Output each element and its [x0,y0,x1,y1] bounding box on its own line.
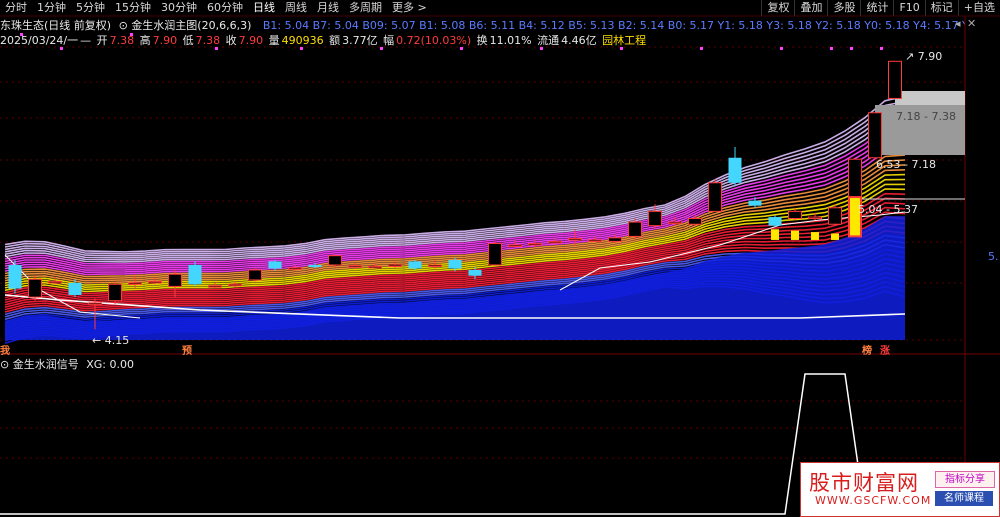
candle-body-22 [448,259,462,269]
watermark-logo: 股市财富网 WWW.GSCFW.COM 指标分享 名师课程 [800,462,1000,517]
candle-body-10 [208,285,222,288]
candle-body-33 [668,221,682,225]
zone-label-2: 6.53 - 7.18 [876,158,936,171]
price-chart[interactable] [0,0,1000,517]
candle-body-30 [608,237,622,242]
candle-body-35 [708,182,722,212]
signal-dot-10 [780,47,783,50]
candle-body-43 [868,112,882,159]
badge-b4[interactable]: 涨 [880,342,890,357]
max-price-value: 7.90 [917,50,943,63]
signal-dot-4 [300,47,303,50]
watermark-url: WWW.GSCFW.COM [815,494,932,507]
sub-indicator-value: XG: 0.00 [86,358,134,371]
candle-body-2 [48,280,62,284]
candle-body-5 [108,283,122,302]
max-price-label: ↗ 7.90 [905,50,943,63]
candle-body-13 [268,261,282,269]
candle-body-23 [468,269,482,276]
highlight-bar-2 [811,232,819,240]
candle-body-11 [228,283,242,287]
candle-body-42 [848,158,862,198]
candle-body-17 [348,265,362,268]
candle-body-7 [148,280,162,284]
zone-box-top [895,91,965,105]
candle-body-16 [328,255,342,266]
signal-dot-2 [130,33,133,36]
signal-dot-8 [620,47,623,50]
candle-body-25 [508,244,522,247]
highlight-bar-3 [831,233,839,240]
signal-dot-3 [215,47,218,50]
zone-label-3: 5.04 - 5.37 [858,203,918,216]
candle-body-9 [188,264,202,285]
candle-body-34 [688,218,702,225]
ribbon-line-36 [4,120,906,263]
sub-indicator-name[interactable]: ⊙ 金生水润信号 [0,358,79,371]
min-price-label: ← 4.15 [92,334,130,347]
signal-dot-12 [850,47,853,50]
highlight-bar-1 [791,230,799,240]
highlight-bar-0 [771,229,779,240]
signal-dot-7 [540,47,543,50]
candle-body-38 [768,217,782,226]
zone-label-1: 7.18 - 7.38 [896,110,956,123]
signal-dot-1 [60,47,63,50]
signal-dot-6 [460,47,463,50]
min-price-value: 4.15 [104,334,130,347]
candle-body-32 [648,210,662,227]
candle-body-14 [288,267,302,270]
watermark-title: 股市财富网 [809,471,919,495]
badge-b3[interactable]: 榜 [862,342,872,357]
candle-body-28 [568,238,582,241]
candle-body-31 [628,221,642,237]
candle-body-6 [128,282,142,285]
candle-body-36 [728,157,742,183]
candle-body-0 [8,264,22,289]
watermark-tag-1: 指标分享 [935,471,995,488]
signal-dot-9 [700,47,703,50]
signal-dot-5 [380,47,383,50]
candle-body-1 [28,278,42,298]
right-axis-value: 5. [988,250,999,263]
candle-body-8 [168,273,182,287]
candle-body-12 [248,269,262,281]
candle-body-27 [548,240,562,244]
candle-body-40 [808,216,822,220]
candle-body-29 [588,239,602,242]
candle-body-20 [408,261,422,269]
candle-body-21 [428,264,442,267]
candle-body-26 [528,243,542,246]
candle-body-4 [88,302,102,305]
candle-body-3 [68,282,82,295]
candle-body-39 [788,210,802,220]
watermark-tag-2: 名师课程 [935,491,993,506]
candle-body-18 [368,265,382,269]
candle-body-15 [308,264,322,268]
signal-dot-11 [830,47,833,50]
signal-dot-0 [20,33,23,36]
sub-indicator-label: 金生水润信号 [12,358,79,371]
candle-body-37 [748,200,762,206]
badge-b1[interactable]: 我 [0,342,10,357]
candle-body-24 [488,243,502,266]
badge-b2[interactable]: 预 [182,342,192,357]
signal-dot-13 [880,47,883,50]
ribbon-line-35 [4,125,906,265]
candle-body-19 [388,264,402,267]
candle-body-44 [888,60,902,99]
sub-indicator-title: ⊙ 金生水润信号 XG: 0.00 [0,356,134,372]
candle-body-41 [828,207,842,225]
